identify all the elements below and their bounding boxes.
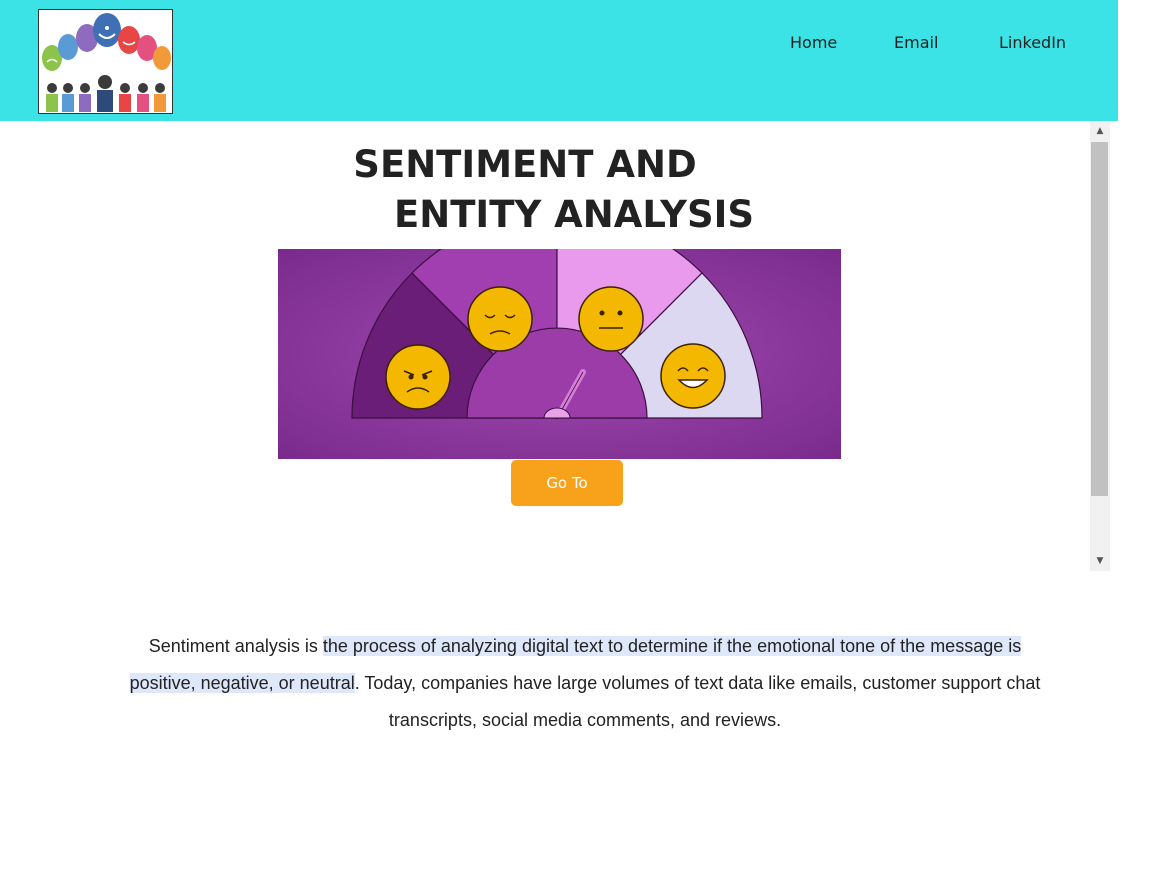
nav-link-linkedin[interactable]: LinkedIn xyxy=(999,33,1066,52)
sentiment-logo[interactable] xyxy=(38,9,173,114)
frame-scrollbar[interactable]: ▲ ▼ xyxy=(1090,121,1110,571)
site-header: Home Email LinkedIn xyxy=(0,0,1118,121)
sentiment-meter-illustration xyxy=(278,212,841,459)
scroll-down-icon[interactable]: ▼ xyxy=(1090,551,1110,571)
description-highlight-b: positive, negative, or neutral xyxy=(129,673,355,693)
scrollbar-thumb[interactable] xyxy=(1091,142,1108,496)
description-text-2: . Today, companies have large volumes of… xyxy=(354,673,1041,730)
page-title-line-2: ENTITY ANALYSIS xyxy=(393,193,755,236)
nav-link-home[interactable]: Home xyxy=(790,33,837,52)
sentiment-description: Sentiment analysis is the process of ana… xyxy=(128,628,1042,739)
page-title-line-1: SENTIMENT AND xyxy=(353,143,697,186)
description-text-1: Sentiment analysis is xyxy=(148,636,323,656)
hero-frame: SENTIMENT AND ENTITY ANALYSIS Go To xyxy=(0,121,1110,571)
description-highlight-a: the process of analyzing digital text to… xyxy=(322,636,1022,656)
nav-link-email[interactable]: Email xyxy=(894,33,938,52)
scroll-up-icon[interactable]: ▲ xyxy=(1090,121,1110,141)
go-to-button[interactable]: Go To xyxy=(511,460,623,506)
